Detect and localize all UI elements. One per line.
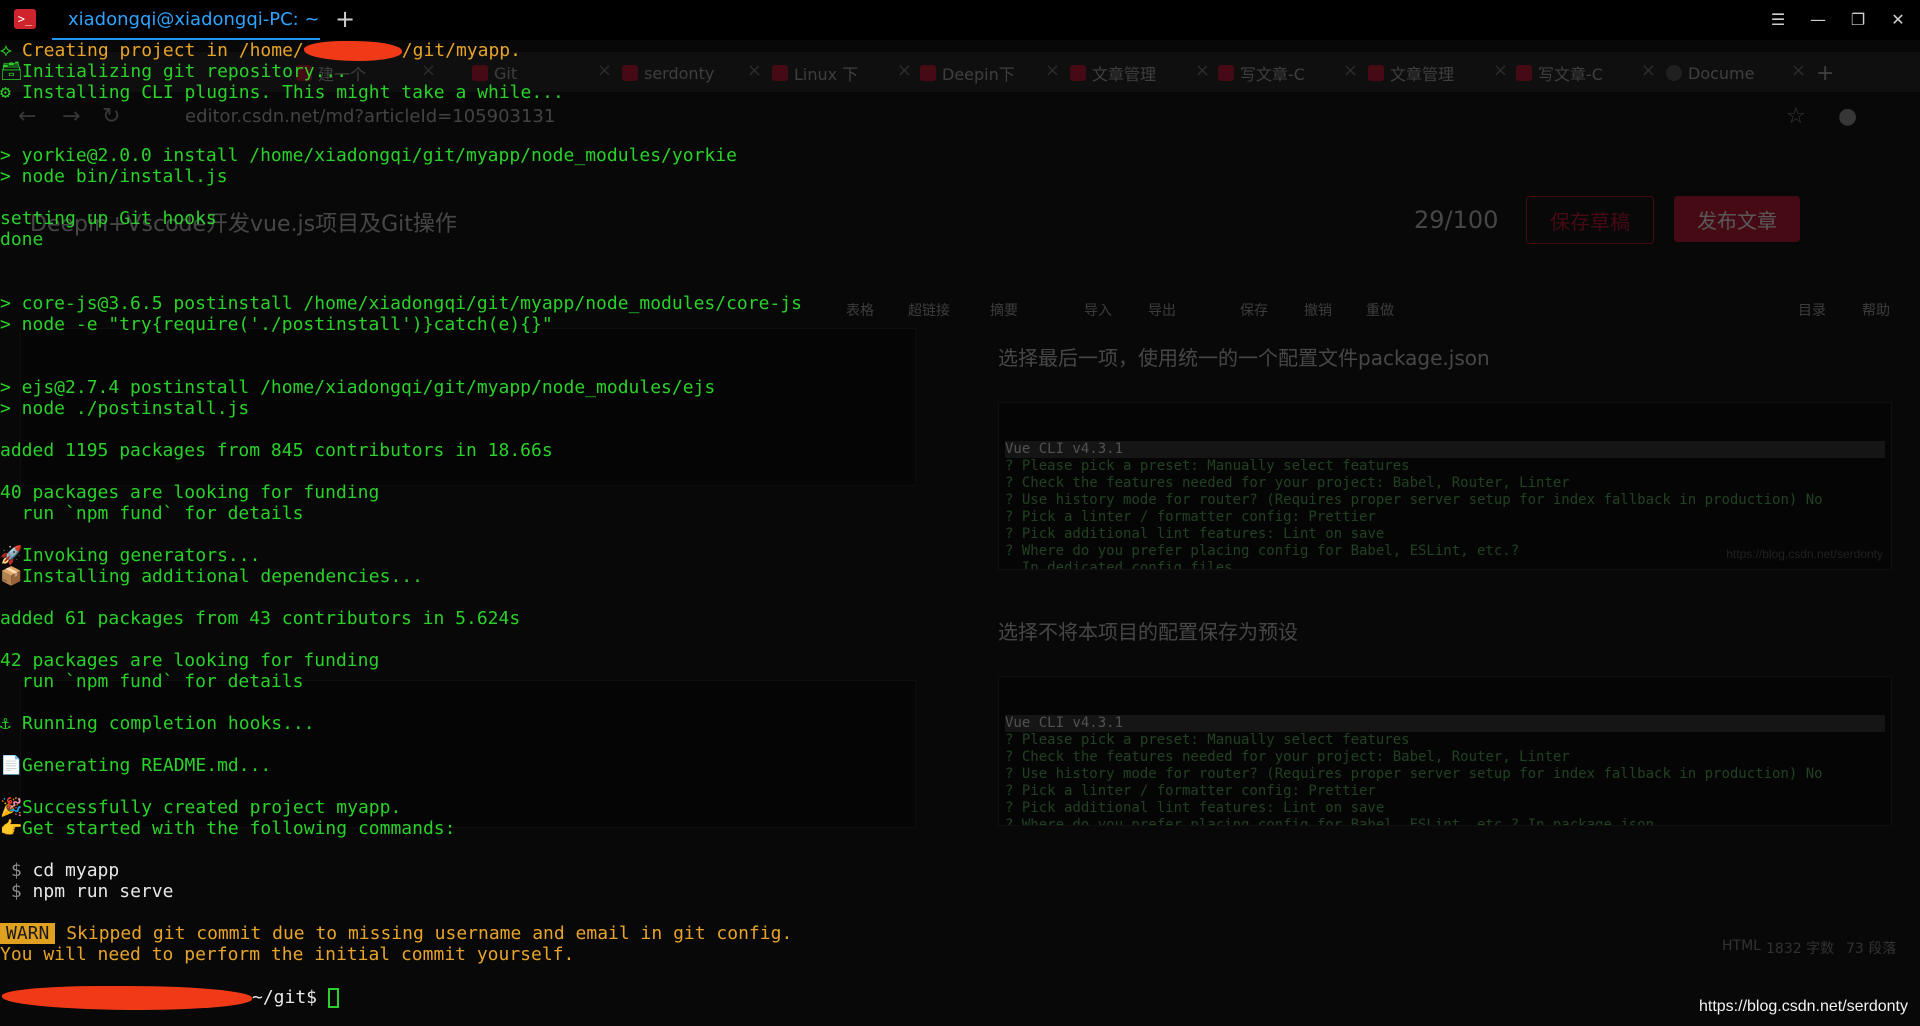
terminal-line: ⟡ Creating project in /home/ /git/myapp. bbox=[0, 40, 521, 61]
pointing-hand-icon: 👉 bbox=[0, 818, 23, 839]
document-icon: 📄 bbox=[0, 755, 23, 776]
package-icon: 📦 bbox=[0, 566, 23, 587]
sparkle-icon: ⟡ bbox=[0, 40, 12, 61]
terminal-line: $ cd myapp bbox=[0, 860, 119, 881]
terminal-line: added 1195 packages from 845 contributor… bbox=[0, 440, 553, 461]
terminal-output[interactable]: ⟡ Creating project in /home/ /git/myapp. 🗃… bbox=[0, 40, 1920, 1026]
terminal-titlebar: >_ xiadongqi@xiadongqi-PC: ~ + ☰ — ❐ ✕ bbox=[0, 0, 1920, 40]
new-tab-button[interactable]: + bbox=[330, 4, 360, 34]
terminal-line: WARN Skipped git commit due to missing u… bbox=[0, 923, 792, 944]
line-text: Initializing git repository... bbox=[22, 61, 348, 82]
line-text: Generating README.md... bbox=[22, 755, 272, 776]
minimize-icon[interactable]: — bbox=[1806, 8, 1830, 32]
terminal-line: done bbox=[0, 229, 44, 250]
terminal-line: > node ./postinstall.js bbox=[0, 398, 250, 419]
terminal-tab-title: xiadongqi@xiadongqi-PC: ~ bbox=[68, 9, 320, 30]
terminal-line: setting up Git hooks bbox=[0, 208, 217, 229]
terminal-line: run `npm fund` for details bbox=[0, 671, 304, 692]
terminal-line: 🗃Initializing git repository... bbox=[0, 61, 347, 82]
shell-prompt-symbol: $ bbox=[10, 860, 22, 881]
terminal-line: You will need to perform the initial com… bbox=[0, 944, 575, 965]
line-text: cd myapp bbox=[32, 860, 120, 881]
redaction-mark bbox=[303, 41, 402, 61]
line-text: Running completion hooks... bbox=[22, 713, 315, 734]
terminal-app-icon: >_ bbox=[14, 9, 36, 29]
card-file-box-icon: 🗃 bbox=[0, 61, 23, 82]
line-text: Get started with the following commands: bbox=[22, 818, 456, 839]
line-text: Skipped git commit due to missing userna… bbox=[66, 923, 793, 944]
anchor-icon: ⚓ bbox=[0, 713, 11, 734]
restore-icon[interactable]: ❐ bbox=[1846, 8, 1870, 32]
line-text: Successfully created project myapp. bbox=[22, 797, 402, 818]
terminal-line: run `npm fund` for details bbox=[0, 503, 304, 524]
line-text: Installing CLI plugins. This might take … bbox=[22, 82, 564, 103]
rocket-icon: 🚀 bbox=[0, 545, 23, 566]
terminal-line: > core-js@3.6.5 postinstall /home/xiadon… bbox=[0, 293, 802, 314]
warn-badge: WARN bbox=[0, 923, 56, 944]
terminal-line: 40 packages are looking for funding bbox=[0, 482, 380, 503]
terminal-line: 🎉Successfully created project myapp. bbox=[0, 797, 401, 818]
terminal-line: 👉Get started with the following commands… bbox=[0, 818, 455, 839]
terminal-line: 📦Installing additional dependencies... bbox=[0, 566, 423, 587]
terminal-line: 🚀Invoking generators... bbox=[0, 545, 260, 566]
menu-icon[interactable]: ☰ bbox=[1766, 8, 1790, 32]
line-text: Creating project in /home/ bbox=[22, 40, 304, 61]
terminal-line: > ejs@2.7.4 postinstall /home/xiadongqi/… bbox=[0, 377, 716, 398]
terminal-line: 📄Generating README.md... bbox=[0, 755, 271, 776]
line-text: Invoking generators... bbox=[22, 545, 261, 566]
terminal-line: > yorkie@2.0.0 install /home/xiadongqi/g… bbox=[0, 145, 737, 166]
line-text: npm run serve bbox=[32, 881, 174, 902]
terminal-line: ⚙ Installing CLI plugins. This might take… bbox=[0, 82, 564, 103]
terminal-cursor[interactable] bbox=[327, 988, 339, 1008]
party-popper-icon: 🎉 bbox=[0, 797, 23, 818]
prompt-path: ~/git$ bbox=[252, 987, 318, 1008]
terminal-line: added 61 packages from 43 contributors i… bbox=[0, 608, 521, 629]
shell-prompt-symbol: $ bbox=[10, 881, 22, 902]
terminal-prompt-line[interactable]: ~/git$ bbox=[0, 986, 339, 1010]
terminal-line: $ npm run serve bbox=[0, 881, 174, 902]
terminal-line: > node -e "try{require('./postinstall')}… bbox=[0, 314, 553, 335]
close-icon[interactable]: ✕ bbox=[1886, 8, 1910, 32]
terminal-line: 42 packages are looking for funding bbox=[0, 650, 380, 671]
line-text: Installing additional dependencies... bbox=[22, 566, 423, 587]
redaction-mark bbox=[2, 986, 252, 1010]
terminal-line: > node bin/install.js bbox=[0, 166, 228, 187]
gear-icon: ⚙ bbox=[0, 82, 11, 103]
line-text: /git/myapp. bbox=[401, 40, 521, 61]
terminal-line: ⚓ Running completion hooks... bbox=[0, 713, 315, 734]
terminal-tab-active[interactable]: xiadongqi@xiadongqi-PC: ~ bbox=[52, 0, 320, 40]
screen: 建一个 × Git × serdonty × Linux 下 × Deepin下 × 文章… bbox=[0, 0, 1920, 1026]
watermark: https://blog.csdn.net/serdonty bbox=[1698, 998, 1908, 1015]
